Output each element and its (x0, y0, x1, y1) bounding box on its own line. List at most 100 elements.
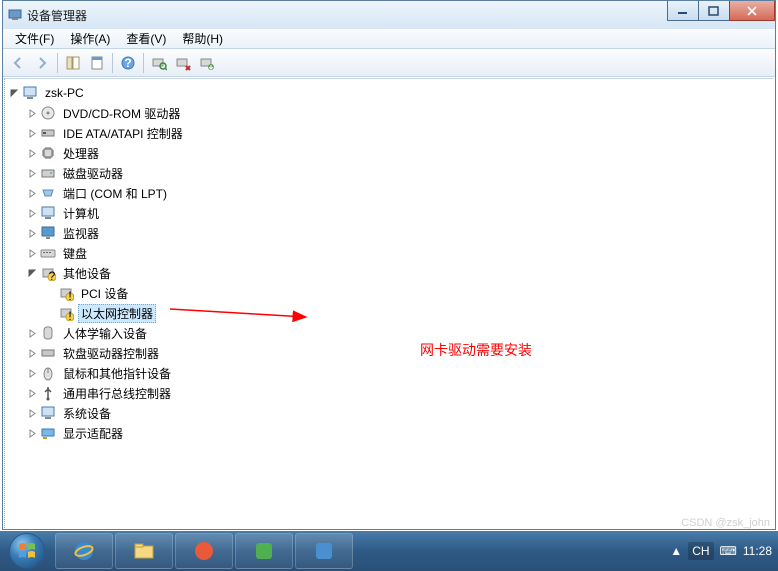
unknown-device-icon: ! (58, 285, 74, 301)
tree-root-node: zsk-PC DVD/CD-ROM 驱动器 IDE ATA/ATAPI 控制器 (8, 83, 774, 443)
update-driver-button[interactable] (172, 52, 194, 74)
tree-label: 通用串行总线控制器 (60, 384, 174, 403)
expand-icon[interactable] (26, 167, 38, 179)
tree-row[interactable]: 通用串行总线控制器 (26, 383, 774, 403)
tree-label: 端口 (COM 和 LPT) (60, 184, 170, 203)
collapse-icon[interactable] (26, 267, 38, 279)
uninstall-button[interactable] (196, 52, 218, 74)
computer-icon (40, 205, 56, 221)
tree-label: 鼠标和其他指针设备 (60, 364, 174, 383)
collapse-icon[interactable] (8, 87, 20, 99)
tree-row[interactable]: 系统设备 (26, 403, 774, 423)
expand-icon[interactable] (26, 227, 38, 239)
tree-row[interactable]: IDE ATA/ATAPI 控制器 (26, 123, 774, 143)
expand-icon[interactable] (26, 107, 38, 119)
svg-text:!: ! (68, 309, 71, 321)
tree-other-devices-node: ? 其他设备 ! PCI 设备 ! (26, 263, 774, 323)
ports-icon (40, 185, 56, 201)
tree-row[interactable]: 监视器 (26, 223, 774, 243)
svg-text:!: ! (68, 289, 71, 301)
menu-file[interactable]: 文件(F) (7, 28, 62, 49)
computer-icon (22, 85, 38, 101)
tree-row[interactable]: ? 其他设备 (26, 263, 774, 283)
display-adapter-icon (40, 425, 56, 441)
minimize-button[interactable] (667, 1, 699, 21)
expand-icon[interactable] (26, 367, 38, 379)
tree-row[interactable]: 处理器 (26, 143, 774, 163)
tree-label: zsk-PC (42, 85, 87, 101)
app-icon (7, 7, 23, 23)
tree-label: 人体学输入设备 (60, 324, 150, 343)
back-button[interactable] (7, 52, 29, 74)
expand-icon[interactable] (26, 387, 38, 399)
tree-row[interactable]: 显示适配器 (26, 423, 774, 443)
taskbar-item-app[interactable] (235, 533, 293, 569)
watermark: CSDN @zsk_john (681, 517, 770, 529)
mouse-icon (40, 365, 56, 381)
menu-help[interactable]: 帮助(H) (174, 28, 231, 49)
tree-row[interactable]: 计算机 (26, 203, 774, 223)
taskbar-item-app[interactable] (295, 533, 353, 569)
forward-button[interactable] (31, 52, 53, 74)
tree-row[interactable]: 磁盘驱动器 (26, 163, 774, 183)
tree-row[interactable]: 人体学输入设备 (26, 323, 774, 343)
expand-icon[interactable] (26, 147, 38, 159)
menu-view[interactable]: 查看(V) (118, 28, 174, 49)
taskbar-item-app[interactable] (175, 533, 233, 569)
taskbar-item-ie[interactable] (55, 533, 113, 569)
expand-icon[interactable] (26, 207, 38, 219)
close-button[interactable] (729, 1, 775, 21)
tree-label: DVD/CD-ROM 驱动器 (60, 104, 183, 123)
ime-icon[interactable]: ⌨ (720, 544, 737, 558)
expand-icon[interactable] (26, 407, 38, 419)
start-button[interactable] (0, 531, 54, 571)
system-device-icon (40, 405, 56, 421)
other-devices-icon: ? (40, 265, 56, 281)
tree-row[interactable]: 软盘驱动器控制器 (26, 343, 774, 363)
tree-label: 处理器 (60, 144, 102, 163)
toolbar: ? (3, 49, 775, 77)
tree-row-selected[interactable]: ! 以太网控制器 (44, 303, 774, 323)
device-tree-container[interactable]: zsk-PC DVD/CD-ROM 驱动器 IDE ATA/ATAPI 控制器 (4, 78, 774, 528)
scan-hardware-button[interactable] (148, 52, 170, 74)
toolbar-separator (57, 53, 58, 73)
tree-row[interactable]: 鼠标和其他指针设备 (26, 363, 774, 383)
properties-button[interactable] (86, 52, 108, 74)
tree-row[interactable]: ! PCI 设备 (44, 283, 774, 303)
tree-label: IDE ATA/ATAPI 控制器 (60, 124, 186, 143)
tree-row[interactable]: 键盘 (26, 243, 774, 263)
tree-row[interactable]: zsk-PC (8, 83, 774, 103)
ide-controller-icon (40, 125, 56, 141)
tree-label: 软盘驱动器控制器 (60, 344, 162, 363)
menu-action[interactable]: 操作(A) (62, 28, 118, 49)
help-button[interactable]: ? (117, 52, 139, 74)
toolbar-separator (112, 53, 113, 73)
usb-icon (40, 385, 56, 401)
tree-label: 磁盘驱动器 (60, 164, 126, 183)
expand-icon[interactable] (26, 347, 38, 359)
titlebar[interactable]: 设备管理器 (3, 1, 775, 29)
tree-label: 其他设备 (60, 264, 114, 283)
show-console-tree-button[interactable] (62, 52, 84, 74)
expand-icon[interactable] (26, 247, 38, 259)
expand-icon[interactable] (26, 127, 38, 139)
monitor-icon (40, 225, 56, 241)
expand-icon[interactable] (26, 427, 38, 439)
tree-label: 显示适配器 (60, 424, 126, 443)
expand-icon[interactable] (26, 187, 38, 199)
tree-row[interactable]: DVD/CD-ROM 驱动器 (26, 103, 774, 123)
svg-text:?: ? (124, 56, 131, 70)
language-indicator[interactable]: CH (688, 542, 713, 560)
taskbar-item-explorer[interactable] (115, 533, 173, 569)
expand-icon[interactable] (26, 327, 38, 339)
device-manager-window: 设备管理器 文件(F) 操作(A) 查看(V) 帮助(H) ? (2, 0, 776, 530)
tree-row[interactable]: 端口 (COM 和 LPT) (26, 183, 774, 203)
tree-label: 系统设备 (60, 404, 114, 423)
clock[interactable]: 11:28 (743, 544, 772, 558)
clock-time: 11:28 (743, 544, 772, 558)
disk-drive-icon (40, 165, 56, 181)
floppy-controller-icon (40, 345, 56, 361)
annotation-text: 网卡驱动需要安装 (420, 340, 532, 360)
maximize-button[interactable] (698, 1, 730, 21)
tray-arrow-icon[interactable]: ▲ (670, 544, 682, 558)
